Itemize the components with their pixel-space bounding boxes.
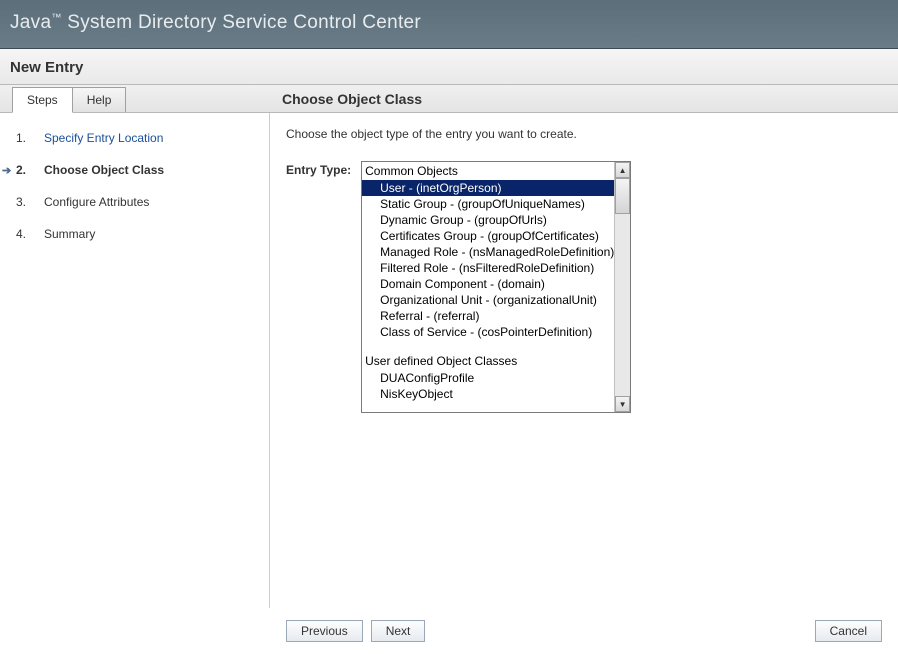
current-step-arrow-icon: ➔ bbox=[2, 163, 16, 177]
steps-sidebar: 1.Specify Entry Location ➔2.Choose Object… bbox=[0, 113, 270, 608]
body-area: 1.Specify Entry Location ➔2.Choose Object… bbox=[0, 113, 898, 608]
scroll-up-button[interactable]: ▲ bbox=[615, 162, 630, 178]
listbox-option[interactable]: User - (inetOrgPerson) bbox=[362, 180, 614, 196]
step-number: 3. bbox=[16, 195, 44, 209]
next-button[interactable]: Next bbox=[371, 620, 426, 642]
cancel-button[interactable]: Cancel bbox=[815, 620, 882, 642]
tab-label: Help bbox=[87, 93, 112, 107]
step-number: 2. bbox=[16, 163, 44, 177]
wizard-step: 3.Configure Attributes bbox=[16, 195, 259, 209]
step-number: 1. bbox=[16, 131, 44, 145]
entry-type-listbox[interactable]: Common ObjectsUser - (inetOrgPerson)Stat… bbox=[361, 161, 631, 413]
wizard-step: 4.Summary bbox=[16, 227, 259, 241]
banner-suffix: System Directory Service Control Center bbox=[62, 12, 421, 33]
app-banner: Java™ System Directory Service Control C… bbox=[0, 0, 898, 49]
scroll-up-icon: ▲ bbox=[619, 166, 627, 175]
entry-type-label: Entry Type: bbox=[286, 161, 351, 177]
tab-steps[interactable]: Steps bbox=[12, 87, 73, 113]
current-step-arrow-icon bbox=[2, 195, 16, 196]
listbox-group-header: User defined Object Classes bbox=[362, 352, 614, 370]
listbox-option[interactable]: NisKeyObject bbox=[362, 386, 614, 402]
listbox-option[interactable]: Managed Role - (nsManagedRoleDefinition) bbox=[362, 244, 614, 260]
scrollbar: ▲ ▼ bbox=[614, 162, 630, 412]
scroll-track[interactable] bbox=[615, 178, 630, 396]
listbox-option[interactable]: Filtered Role - (nsFilteredRoleDefinitio… bbox=[362, 260, 614, 276]
scroll-down-button[interactable]: ▼ bbox=[615, 396, 630, 412]
instruction-text: Choose the object type of the entry you … bbox=[286, 127, 882, 141]
current-step-arrow-icon bbox=[2, 131, 16, 132]
listbox-option[interactable]: Certificates Group - (groupOfCertificate… bbox=[362, 228, 614, 244]
panel-title: Choose Object Class bbox=[270, 85, 898, 112]
listbox-content: Common ObjectsUser - (inetOrgPerson)Stat… bbox=[362, 162, 614, 412]
step-label: Configure Attributes bbox=[44, 195, 149, 209]
step-label[interactable]: Specify Entry Location bbox=[44, 131, 163, 145]
step-label: Summary bbox=[44, 227, 95, 241]
listbox-option[interactable]: Referral - (referral) bbox=[362, 308, 614, 324]
wizard-step[interactable]: 1.Specify Entry Location bbox=[16, 131, 259, 145]
listbox-group-header: Common Objects bbox=[362, 162, 614, 180]
entry-type-field: Entry Type: Common ObjectsUser - (inetOr… bbox=[286, 161, 882, 413]
listbox-option[interactable]: DUAConfigProfile bbox=[362, 370, 614, 386]
tab-label: Steps bbox=[27, 93, 58, 107]
step-number: 4. bbox=[16, 227, 44, 241]
listbox-option[interactable]: Static Group - (groupOfUniqueNames) bbox=[362, 196, 614, 212]
nav-button-group: Previous Next bbox=[286, 620, 425, 642]
listbox-option[interactable]: Dynamic Group - (groupOfUrls) bbox=[362, 212, 614, 228]
scroll-thumb[interactable] bbox=[615, 178, 630, 214]
main-panel: Choose the object type of the entry you … bbox=[270, 113, 898, 608]
current-step-arrow-icon bbox=[2, 227, 16, 228]
wizard-footer: Previous Next Cancel bbox=[0, 612, 898, 654]
listbox-option[interactable]: Class of Service - (cosPointerDefinition… bbox=[362, 324, 614, 340]
listbox-option[interactable]: Organizational Unit - (organizationalUni… bbox=[362, 292, 614, 308]
listbox-option[interactable]: Domain Component - (domain) bbox=[362, 276, 614, 292]
step-label: Choose Object Class bbox=[44, 163, 164, 177]
tab-help[interactable]: Help bbox=[72, 87, 127, 112]
previous-button[interactable]: Previous bbox=[286, 620, 363, 642]
page-title: New Entry bbox=[0, 49, 898, 85]
tabs: Steps Help bbox=[0, 85, 270, 112]
toolbar-row: Steps Help Choose Object Class bbox=[0, 85, 898, 113]
scroll-down-icon: ▼ bbox=[619, 400, 627, 409]
banner-prefix: Java bbox=[10, 12, 51, 33]
trademark-symbol: ™ bbox=[51, 13, 61, 24]
wizard-step: ➔2.Choose Object Class bbox=[16, 163, 259, 177]
